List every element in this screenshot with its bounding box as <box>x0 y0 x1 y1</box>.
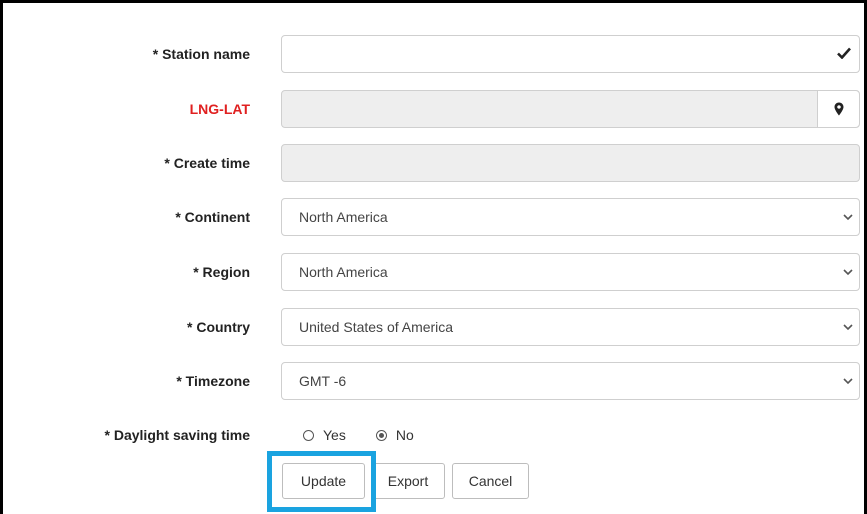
daylight-saving-no-radio[interactable]: No <box>375 427 414 443</box>
daylight-saving-yes-radio[interactable]: Yes <box>303 427 346 443</box>
continent-value: North America <box>299 209 388 225</box>
daylight-saving-yes-label: Yes <box>323 427 346 443</box>
locate-button[interactable] <box>817 91 859 127</box>
station-name-label: * Station name <box>152 46 250 62</box>
daylight-saving-radio-group: Yes No <box>303 416 414 454</box>
form-panel: * Station name LNG-LAT * Create time * C… <box>0 0 867 514</box>
chevron-down-icon <box>843 324 853 331</box>
lng-lat-label: LNG-LAT <box>189 101 250 117</box>
timezone-row: * Timezone GMT -6 <box>3 362 867 400</box>
region-row: * Region North America <box>3 253 867 291</box>
timezone-label: * Timezone <box>176 373 250 389</box>
cancel-button[interactable]: Cancel <box>452 463 529 499</box>
country-row: * Country United States of America <box>3 308 867 346</box>
timezone-select[interactable]: GMT -6 <box>281 362 860 400</box>
timezone-value: GMT -6 <box>299 373 347 389</box>
map-marker-icon <box>834 102 843 116</box>
radio-checked-icon <box>375 429 387 441</box>
radio-unchecked-icon <box>303 429 314 441</box>
daylight-saving-no-label: No <box>395 427 414 443</box>
station-name-row: * Station name <box>3 35 867 73</box>
country-select[interactable]: United States of America <box>281 308 860 346</box>
lng-lat-input[interactable] <box>281 90 860 128</box>
check-icon <box>837 47 851 59</box>
create-time-label: * Create time <box>164 155 250 171</box>
station-name-input[interactable] <box>281 35 860 73</box>
update-button-highlight <box>267 451 376 512</box>
export-button[interactable]: Export <box>371 463 445 499</box>
region-value: North America <box>299 264 388 280</box>
chevron-down-icon <box>843 269 853 276</box>
region-select[interactable]: North America <box>281 253 860 291</box>
continent-select[interactable]: North America <box>281 198 860 236</box>
daylight-saving-row: * Daylight saving time Yes No <box>3 416 867 454</box>
continent-row: * Continent North America <box>3 198 867 236</box>
daylight-saving-label: * Daylight saving time <box>104 427 250 443</box>
country-value: United States of America <box>299 319 454 335</box>
create-time-row: * Create time <box>3 144 867 182</box>
chevron-down-icon <box>843 378 853 385</box>
create-time-input[interactable] <box>281 144 860 182</box>
region-label: * Region <box>193 264 250 280</box>
continent-label: * Continent <box>175 209 250 225</box>
chevron-down-icon <box>843 214 853 221</box>
country-label: * Country <box>187 319 250 335</box>
lng-lat-row: LNG-LAT <box>3 90 867 128</box>
